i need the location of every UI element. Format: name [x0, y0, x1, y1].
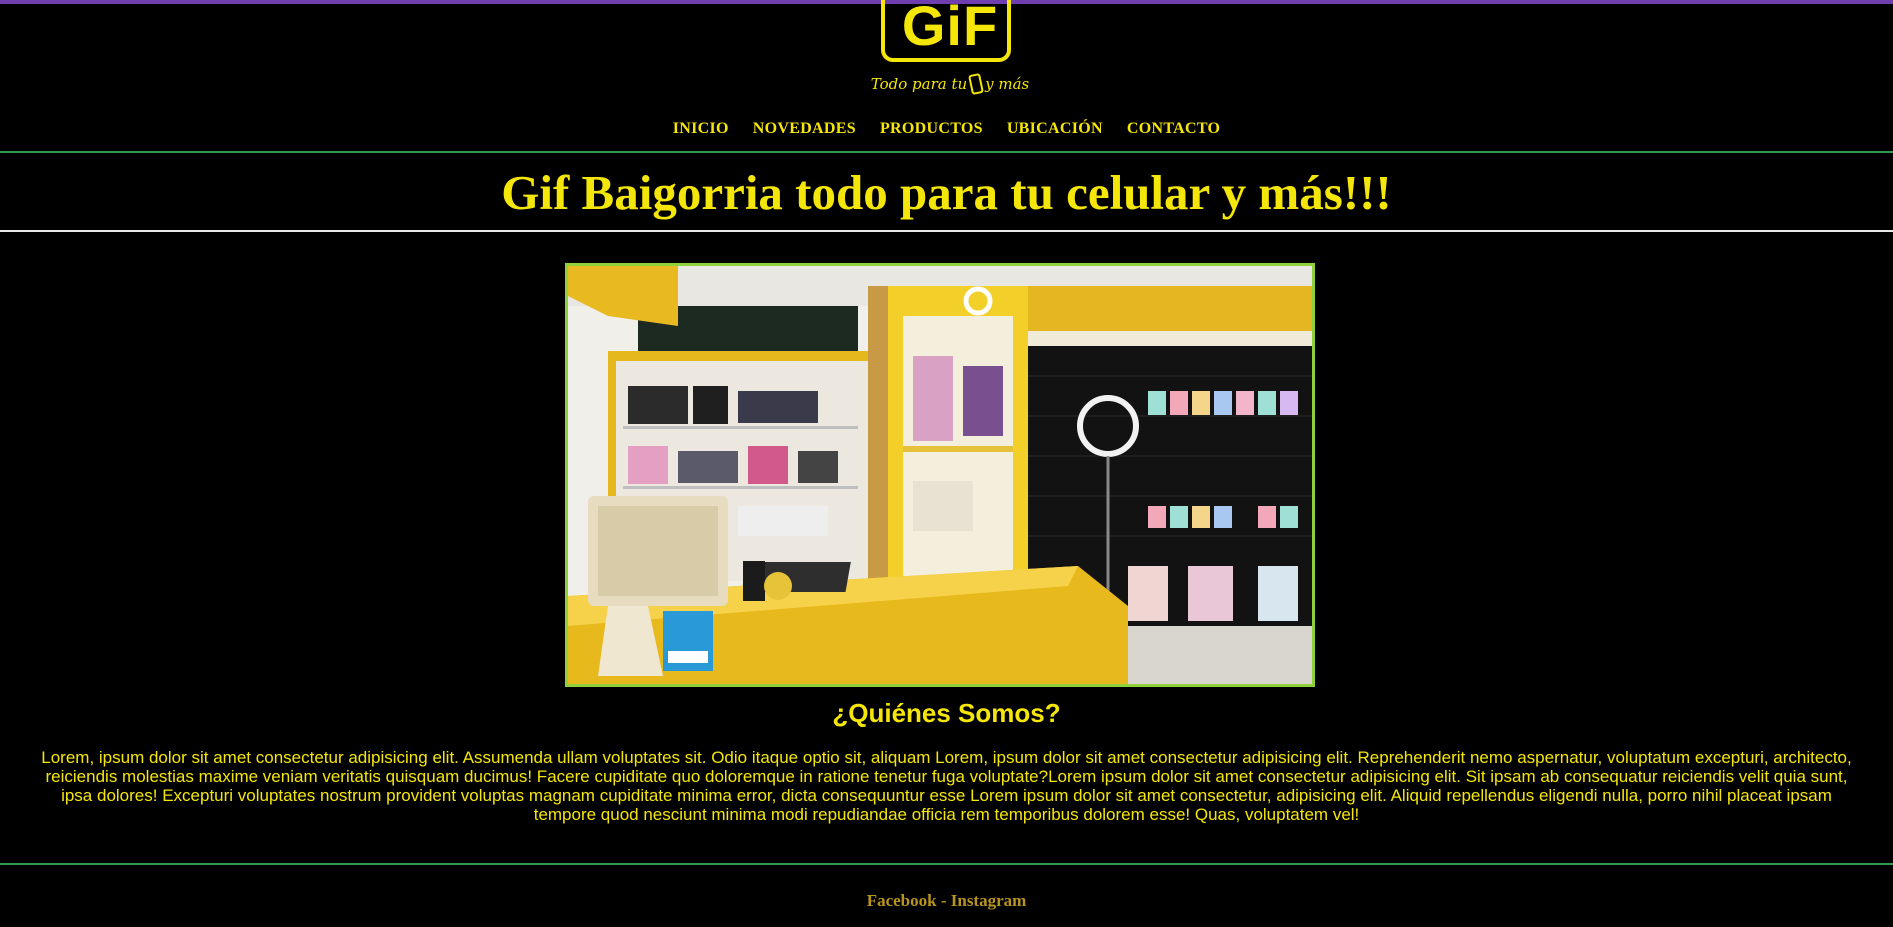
site-header: GiF Todo para tu y más INICIO NOVEDADES P…: [0, 0, 1893, 152]
instagram-link[interactable]: Instagram: [951, 891, 1027, 910]
facebook-link[interactable]: Facebook: [867, 891, 937, 910]
about-heading: ¿Quiénes Somos?: [832, 698, 1061, 728]
store-photo: [565, 263, 1315, 687]
nav-item-contacto[interactable]: CONTACTO: [1115, 120, 1232, 138]
brand-logo[interactable]: GiF Todo para tu y más: [870, 0, 1030, 108]
tagline-pre: Todo para tu: [870, 75, 968, 93]
phone-icon: [968, 72, 985, 96]
logo-text: GiF: [901, 0, 999, 57]
nav-item-inicio[interactable]: INICIO: [661, 120, 741, 138]
header-divider: [0, 151, 1893, 153]
main-nav: INICIO NOVEDADES PRODUCTOS UBICACIÓN CON…: [0, 120, 1893, 138]
nav-item-ubicacion[interactable]: UBICACIÓN: [995, 120, 1115, 138]
about-text: Lorem, ipsum dolor sit amet consectetur …: [41, 748, 1852, 824]
logo-tagline: Todo para tu y más: [870, 72, 1030, 96]
footer-divider: [0, 863, 1893, 865]
nav-item-productos[interactable]: PRODUCTOS: [868, 120, 995, 138]
page-title: Gif Baigorria todo para tu celular y más…: [501, 165, 1392, 220]
title-divider: [0, 230, 1893, 232]
footer-separator: -: [936, 891, 951, 910]
tagline-post: y más: [985, 75, 1030, 93]
nav-item-novedades[interactable]: NOVEDADES: [741, 120, 868, 138]
site-footer: Facebook - Instagram: [0, 891, 1893, 911]
